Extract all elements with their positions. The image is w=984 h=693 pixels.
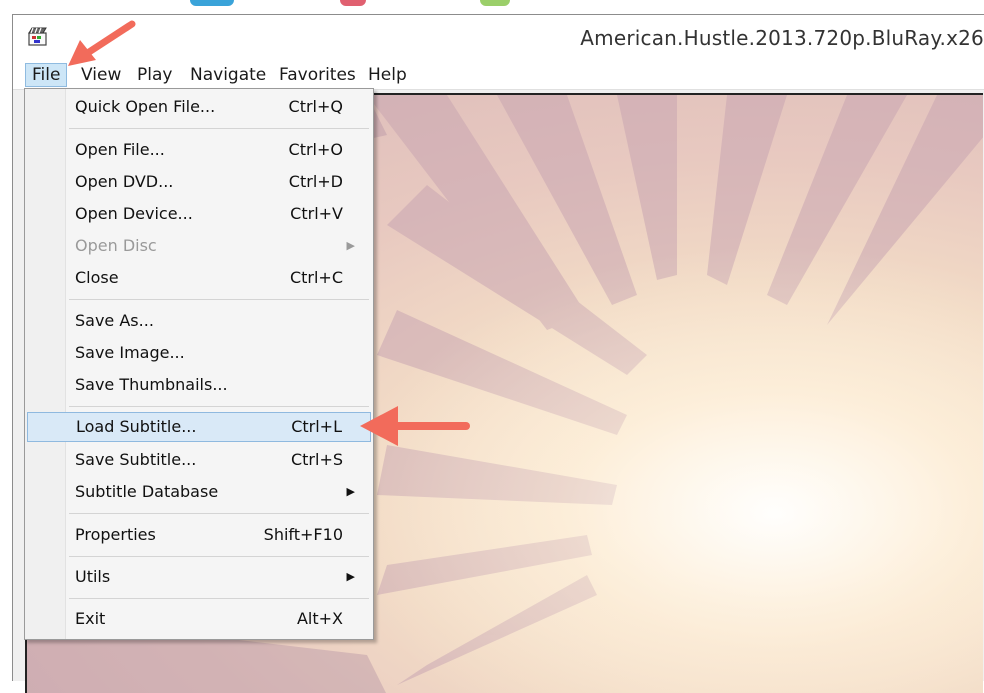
menu-item-utils[interactable]: Utils ▶ [27,562,371,592]
chevron-right-icon: ▶ [346,239,355,252]
file-menu-dropdown: Quick Open File... Ctrl+Q Open File... C… [24,88,374,640]
menu-item-label: Load Subtitle... [76,417,197,436]
menu-item-label: Save As... [75,311,154,330]
menu-item-shortcut: Ctrl+Q [288,97,343,116]
menu-item-label: Properties [75,525,156,544]
menu-separator [69,406,369,407]
menu-item-label: Save Thumbnails... [75,375,228,394]
menu-item-properties[interactable]: Properties Shift+F10 [27,520,371,550]
desktop-blob-red [340,0,366,6]
menu-item-label: Subtitle Database [75,482,219,501]
app-clapper-icon[interactable] [27,25,49,47]
menu-separator [69,556,369,557]
menu-item-label: Save Subtitle... [75,450,197,469]
menu-item-open-device[interactable]: Open Device... Ctrl+V [27,199,371,229]
chevron-right-icon: ▶ [346,485,355,498]
menu-item-label: Open Disc [75,236,157,255]
menu-item-shortcut: Shift+F10 [263,525,343,544]
menu-item-load-subtitle[interactable]: Load Subtitle... Ctrl+L [27,412,371,442]
menu-item-label: Close [75,268,119,287]
menu-help[interactable]: Help [362,63,413,87]
menu-item-exit[interactable]: Exit Alt+X [27,604,371,634]
menu-item-shortcut: Ctrl+D [288,172,343,191]
menu-item-shortcut: Ctrl+V [290,204,343,223]
menu-separator [69,513,369,514]
menu-item-label: Open DVD... [75,172,174,191]
menu-item-open-dvd[interactable]: Open DVD... Ctrl+D [27,167,371,197]
menu-item-save-image[interactable]: Save Image... [27,338,371,368]
menu-item-open-file[interactable]: Open File... Ctrl+O [27,135,371,165]
red-arrow-pointer-icon [68,20,136,66]
menu-item-subtitle-database[interactable]: Subtitle Database ▶ [27,477,371,507]
title-bar[interactable]: American.Hustle.2013.720p.BluRay.x26 [13,15,984,61]
menu-separator [69,128,369,129]
menu-item-shortcut: Alt+X [296,609,343,628]
desktop-blob-blue [190,0,234,6]
menu-item-save-subtitle[interactable]: Save Subtitle... Ctrl+S [27,445,371,475]
menu-item-label: Exit [75,609,106,628]
red-arrow-pointer-icon [360,406,470,446]
menu-item-label: Utils [75,567,111,586]
menu-bar: File View Play Navigate Favorites Help [13,61,984,90]
menu-item-shortcut: Ctrl+L [291,417,342,436]
menu-item-label: Save Image... [75,343,185,362]
menu-item-label: Open Device... [75,204,193,223]
chevron-right-icon: ▶ [346,570,355,583]
menu-separator [69,299,369,300]
menu-item-save-thumbnails[interactable]: Save Thumbnails... [27,370,371,400]
menu-item-label: Quick Open File... [75,97,216,116]
menu-item-shortcut: Ctrl+O [288,140,343,159]
menu-separator [69,598,369,599]
desktop-blob-green [480,0,510,6]
menu-item-close[interactable]: Close Ctrl+C [27,263,371,293]
menu-item-label: Open File... [75,140,165,159]
menu-item-quick-open-file[interactable]: Quick Open File... Ctrl+Q [27,92,371,122]
menu-item-open-disc: Open Disc ▶ [27,231,371,261]
menu-item-save-as[interactable]: Save As... [27,306,371,336]
window-title: American.Hustle.2013.720p.BluRay.x26 [580,26,984,50]
menu-favorites[interactable]: Favorites [273,63,362,87]
menu-item-shortcut: Ctrl+S [290,450,343,469]
menu-navigate[interactable]: Navigate [184,63,272,87]
menu-item-shortcut: Ctrl+C [289,268,343,287]
